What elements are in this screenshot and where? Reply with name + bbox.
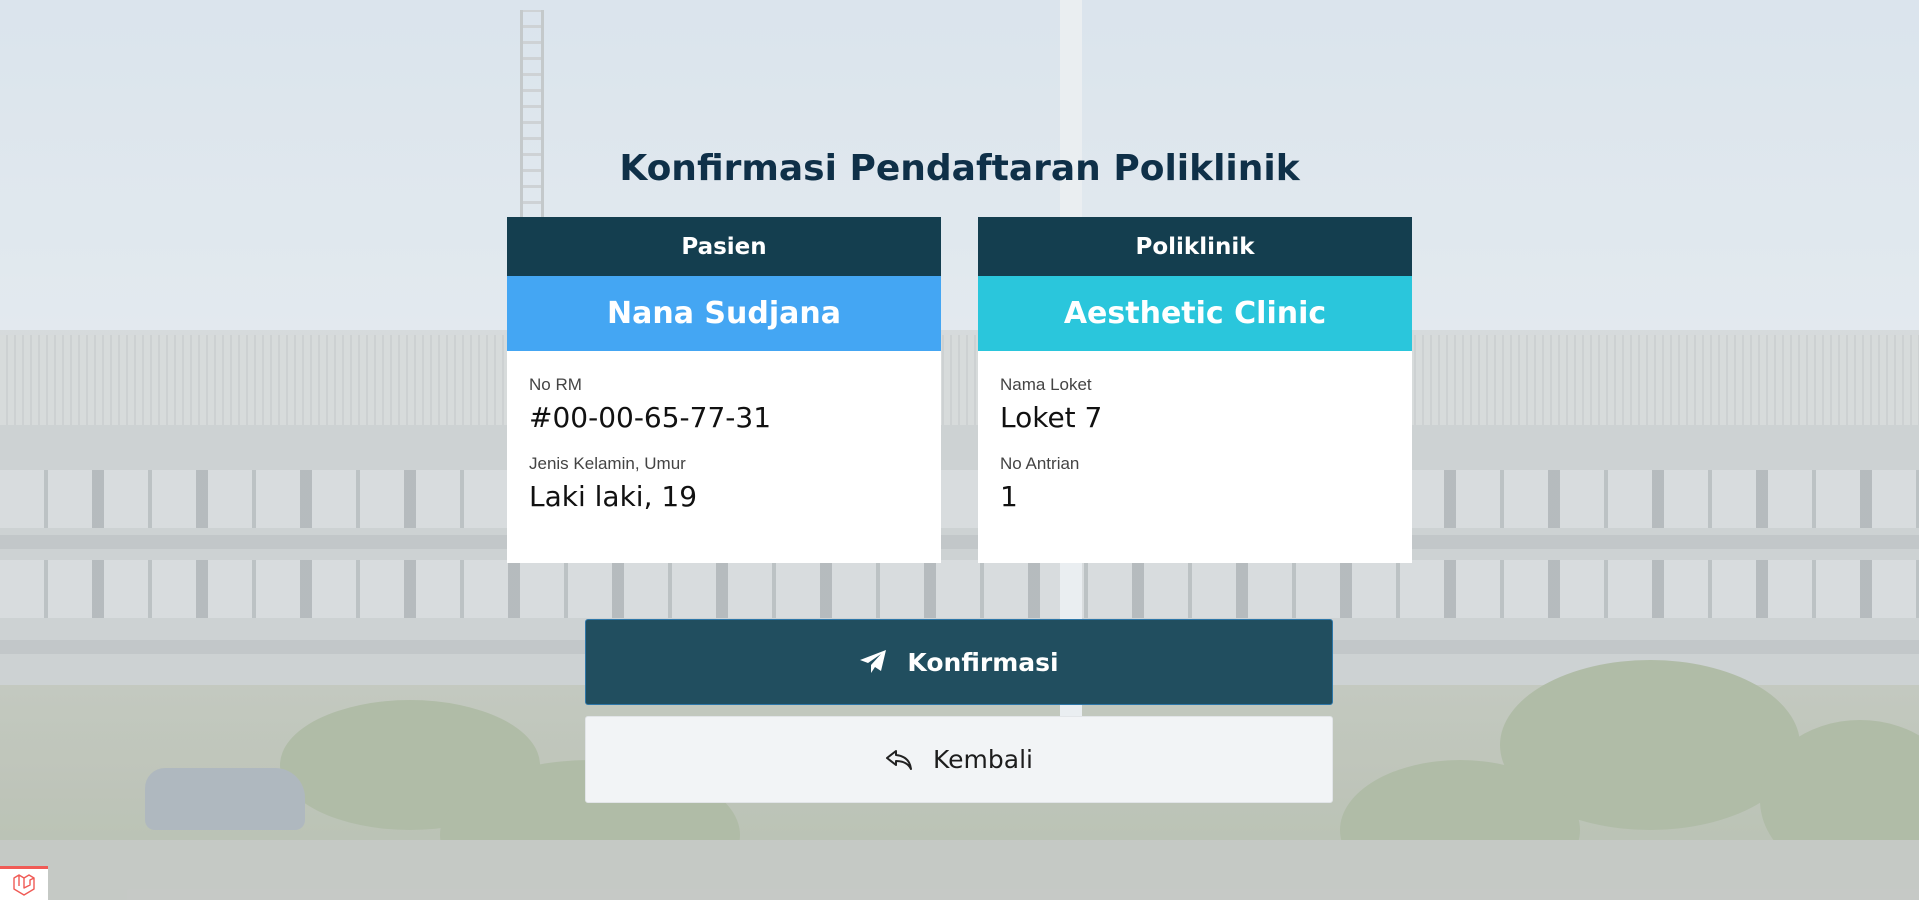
medical-record-field: No RM #00-00-65-77-31 [529, 375, 919, 434]
queue-number-value: 1 [1000, 480, 1018, 513]
confirm-button-label: Konfirmasi [907, 647, 1059, 677]
reply-arrow-icon [885, 748, 913, 772]
field-label: No RM [529, 375, 582, 394]
clinic-card-header: Poliklinik [978, 217, 1412, 276]
back-button-label: Kembali [933, 745, 1033, 774]
framework-logo-icon[interactable] [0, 866, 48, 900]
clinic-card: Poliklinik Aesthetic Clinic Nama Loket L… [978, 217, 1412, 563]
page-title: Konfirmasi Pendaftaran Poliklinik [619, 148, 1300, 189]
patient-card-header: Pasien [507, 217, 941, 276]
gender-age-value: Laki laki, 19 [529, 480, 698, 513]
counter-name-value: Loket 7 [1000, 401, 1103, 434]
field-label: Nama Loket [1000, 375, 1092, 394]
clinic-name: Aesthetic Clinic [978, 276, 1412, 351]
paper-plane-icon [859, 649, 887, 675]
patient-card: Pasien Nana Sudjana No RM #00-00-65-77-3… [507, 217, 941, 563]
registration-confirmation: Konfirmasi Pendaftaran Poliklinik Pasien… [0, 0, 1919, 900]
queue-number-field: No Antrian 1 [1000, 454, 1390, 513]
field-label: No Antrian [1000, 454, 1080, 473]
counter-name-field: Nama Loket Loket 7 [1000, 375, 1390, 434]
patient-name: Nana Sudjana [507, 276, 941, 351]
medical-record-number: #00-00-65-77-31 [529, 401, 772, 434]
gender-age-field: Jenis Kelamin, Umur Laki laki, 19 [529, 454, 919, 513]
confirm-button[interactable]: Konfirmasi [585, 619, 1333, 705]
back-button[interactable]: Kembali [585, 716, 1333, 803]
field-label: Jenis Kelamin, Umur [529, 454, 686, 473]
